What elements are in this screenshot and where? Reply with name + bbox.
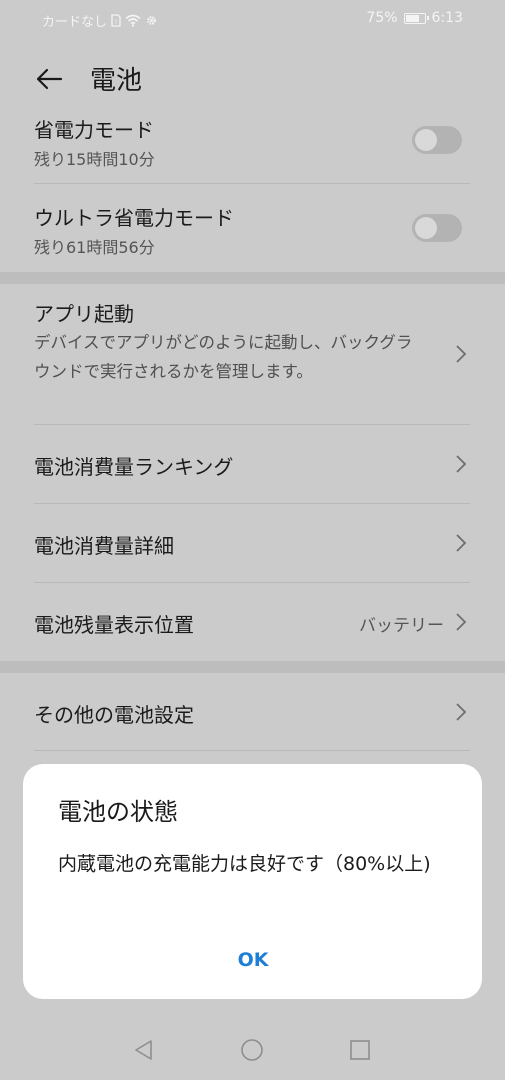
section-separator [0,661,505,673]
power-saving-remaining: 残り15時間10分 [34,150,155,169]
section-separator [0,272,505,284]
chevron-right-icon [456,534,467,552]
app-launch-row[interactable]: アプリ起動 デバイスでアプリがどのように起動し、バックグラウンドで実行されるかを… [34,298,470,418]
divider [34,183,470,184]
other-battery-settings-row[interactable]: その他の電池設定 [34,673,470,751]
dialog-message: 内蔵電池の充電能力は良好です（80%以上) [58,853,431,875]
dialog-title: 電池の状態 [58,798,178,826]
chevron-right-icon [456,613,467,631]
status-bar: カードなし ! 75% 6:13 [0,0,505,38]
nav-back-icon[interactable] [132,1038,156,1062]
battery-percent: 75% [366,10,398,26]
ok-button[interactable]: OK [203,942,303,978]
consumption-details-title: 電池消費量詳細 [34,534,174,558]
power-saving-title: 省電力モード [34,118,154,142]
ultra-power-saving-title: ウルトラ省電力モード [34,206,234,230]
page-header: 電池 [0,50,505,106]
wifi-icon [125,14,141,27]
app-launch-description: デバイスでアプリがどのように起動し、バックグラウンドで実行されるかを管理します。 [34,333,413,381]
consumption-ranking-title: 電池消費量ランキング [34,455,234,479]
toggle-knob [415,217,437,239]
chevron-right-icon [456,345,467,363]
settings-gear-icon [147,16,156,25]
status-bar-right: 75% 6:13 [366,10,463,26]
app-launch-title: アプリ起動 [34,302,134,326]
battery-display-position-row[interactable]: 電池残量表示位置 バッテリー [34,583,470,661]
ultra-power-saving-row[interactable]: ウルトラ省電力モード 残り61時間56分 [34,200,470,272]
nav-recents-icon[interactable] [348,1038,372,1062]
battery-display-position-value: バッテリー [359,616,444,636]
divider [34,750,470,751]
clock: 6:13 [431,10,463,26]
navigation-bar [0,1020,505,1080]
sim-icon: ! [111,14,121,27]
status-bar-left: カードなし ! [42,11,158,30]
nav-home-icon[interactable] [240,1038,264,1062]
battery-display-position-title: 電池残量表示位置 [34,613,194,637]
consumption-details-row[interactable]: 電池消費量詳細 [34,504,470,582]
chevron-right-icon [456,455,467,473]
other-battery-settings-title: その他の電池設定 [34,703,194,727]
battery-icon [403,12,429,24]
arrow-left-icon[interactable] [34,64,64,94]
ultra-power-saving-remaining: 残り61時間56分 [34,238,155,257]
toggle-knob [415,129,437,151]
battery-health-dialog: 電池の状態 内蔵電池の充電能力は良好です（80%以上) OK [23,764,482,999]
chevron-right-icon [456,703,467,721]
power-saving-row[interactable]: 省電力モード 残り15時間10分 [34,112,470,184]
consumption-ranking-row[interactable]: 電池消費量ランキング [34,425,470,503]
svg-text:!: ! [115,18,118,26]
carrier-label: カードなし [42,15,108,30]
ultra-power-saving-toggle[interactable] [412,214,462,242]
page-title: 電池 [90,66,143,96]
power-saving-toggle[interactable] [412,126,462,154]
battery-level-fill [405,14,419,22]
